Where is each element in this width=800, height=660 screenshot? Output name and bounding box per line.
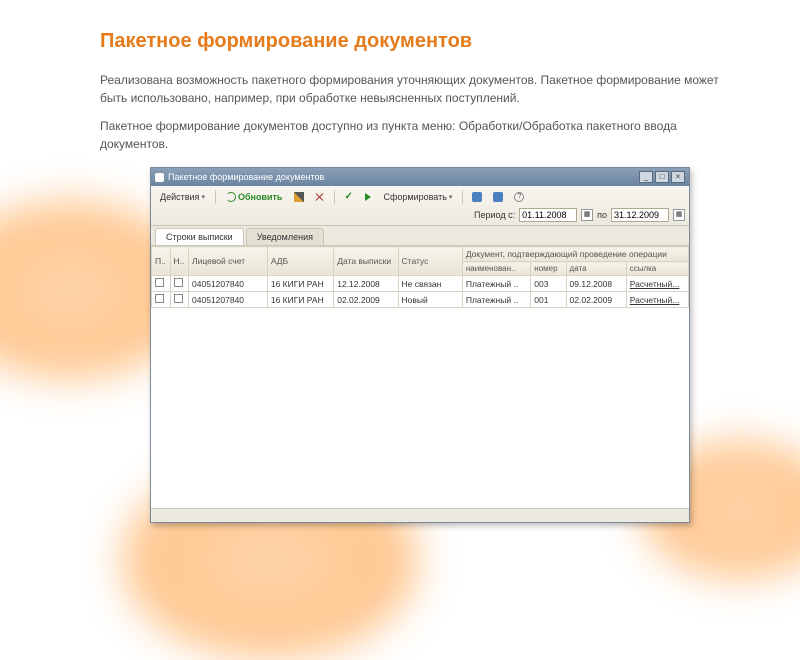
cell-doc-name: Платежный ..	[462, 276, 530, 292]
intro-paragraph-2: Пакетное формирование документов доступн…	[100, 117, 740, 153]
gear-icon	[472, 192, 482, 202]
cell-doc-link[interactable]: Расчетный...	[626, 292, 688, 308]
edit-button[interactable]	[290, 189, 308, 205]
refresh-button[interactable]: Обновить	[221, 189, 288, 205]
delete-button[interactable]	[311, 189, 329, 205]
col-date[interactable]: Дата выписки	[334, 247, 398, 276]
date-from-input[interactable]	[519, 208, 577, 222]
check-button[interactable]: ✓	[340, 189, 358, 205]
refresh-icon	[226, 192, 236, 202]
date-to-input[interactable]	[611, 208, 669, 222]
col-doc-number[interactable]: номер	[531, 262, 566, 276]
checkbox-n[interactable]	[174, 278, 183, 287]
toolbar: Действия Обновить ✓ Сформировать ? Перио…	[151, 186, 689, 226]
titlebar: Пакетное формирование документов _ □ ×	[151, 168, 689, 186]
separator	[334, 190, 335, 204]
tab-bar: Строки выписки Уведомления	[151, 226, 689, 246]
period-label: Период с:	[474, 210, 515, 220]
cell-status: Не связан	[398, 276, 462, 292]
check-icon: ✓	[344, 192, 354, 202]
period-filter: Период с: ▦ по ▦	[474, 208, 685, 222]
col-doc-name[interactable]: наименован..	[462, 262, 530, 276]
checkbox-p[interactable]	[155, 278, 164, 287]
x-icon	[315, 192, 325, 202]
separator	[215, 190, 216, 204]
app-icon	[155, 173, 164, 182]
cell-adb: 16 КИГИ РАН	[267, 276, 333, 292]
cell-date: 12.12.2008	[334, 276, 398, 292]
form-button[interactable]: Сформировать	[378, 189, 457, 205]
grid-container: П.. Н.. Лицевой счет АДБ Дата выписки Ст…	[151, 246, 689, 508]
tool-icon	[493, 192, 503, 202]
run-button[interactable]	[361, 190, 375, 204]
cell-adb: 16 КИГИ РАН	[267, 292, 333, 308]
close-button[interactable]: ×	[671, 171, 685, 183]
tab-notifications[interactable]: Уведомления	[246, 228, 324, 245]
minimize-button[interactable]: _	[639, 171, 653, 183]
col-doc-link[interactable]: ссылка	[626, 262, 688, 276]
col-adb[interactable]: АДБ	[267, 247, 333, 276]
col-p[interactable]: П..	[152, 247, 171, 276]
cell-date: 02.02.2009	[334, 292, 398, 308]
misc-button[interactable]	[489, 189, 507, 205]
page-title: Пакетное формирование документов	[100, 30, 740, 53]
tab-statement-lines[interactable]: Строки выписки	[155, 228, 244, 245]
cell-doc-num: 003	[531, 276, 566, 292]
actions-menu[interactable]: Действия	[155, 189, 210, 205]
maximize-button[interactable]: □	[655, 171, 669, 183]
checkbox-n[interactable]	[174, 294, 183, 303]
refresh-label: Обновить	[238, 192, 283, 202]
window-title: Пакетное формирование документов	[168, 172, 635, 182]
col-n[interactable]: Н..	[170, 247, 189, 276]
cell-doc-num: 001	[531, 292, 566, 308]
col-doc-date[interactable]: дата	[566, 262, 626, 276]
cell-account: 04051207840	[189, 276, 268, 292]
col-document-group[interactable]: Документ, подтверждающий проведение опер…	[462, 247, 688, 262]
question-icon: ?	[514, 192, 524, 202]
separator	[462, 190, 463, 204]
calendar-to-icon[interactable]: ▦	[673, 209, 685, 221]
help-button[interactable]: ?	[510, 189, 528, 205]
date-sep: по	[597, 210, 607, 220]
app-window: Пакетное формирование документов _ □ × Д…	[150, 167, 690, 523]
cell-doc-date: 09.12.2008	[566, 276, 626, 292]
table-row[interactable]: 04051207840 16 КИГИ РАН 02.02.2009 Новый…	[152, 292, 689, 308]
statusbar	[151, 508, 689, 522]
intro-paragraph-1: Реализована возможность пакетного формир…	[100, 71, 740, 107]
cell-account: 04051207840	[189, 292, 268, 308]
calendar-from-icon[interactable]: ▦	[581, 209, 593, 221]
table-row[interactable]: 04051207840 16 КИГИ РАН 12.12.2008 Не св…	[152, 276, 689, 292]
grid-empty-area	[151, 308, 689, 508]
cell-status: Новый	[398, 292, 462, 308]
col-status[interactable]: Статус	[398, 247, 462, 276]
cell-doc-name: Платежный ..	[462, 292, 530, 308]
cell-doc-link[interactable]: Расчетный...	[626, 276, 688, 292]
data-grid: П.. Н.. Лицевой счет АДБ Дата выписки Ст…	[151, 246, 689, 308]
play-icon	[365, 193, 371, 201]
col-account[interactable]: Лицевой счет	[189, 247, 268, 276]
pencil-icon	[294, 192, 304, 202]
settings-button[interactable]	[468, 189, 486, 205]
cell-doc-date: 02.02.2009	[566, 292, 626, 308]
checkbox-p[interactable]	[155, 294, 164, 303]
